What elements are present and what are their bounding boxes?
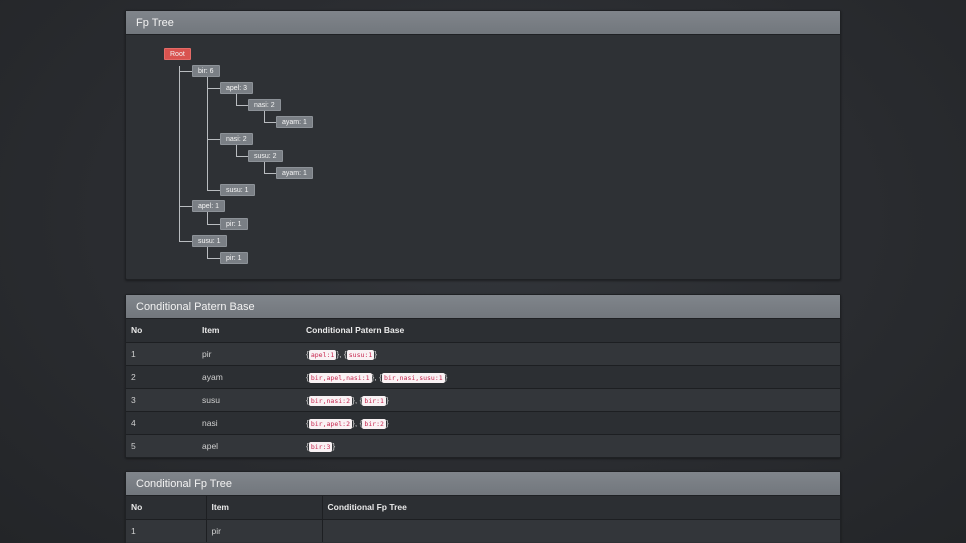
brace-close: }: [385, 394, 389, 405]
pattern-code: bir,nasi:2: [308, 395, 352, 406]
brace-close: }: [332, 440, 336, 451]
table-row: 2 ayam{bir,apel,nasi:1}, {bir,nasi,susu:1…: [126, 364, 840, 388]
column-header-fp-tree: Conditional Fp Tree: [322, 496, 840, 520]
table-row: 1 pir{apel:1}, {susu:1}: [126, 341, 840, 365]
cell-no: 1: [126, 341, 197, 365]
table-row: 5 apel{bir:3}: [126, 433, 840, 457]
tree-node: susu: 1: [220, 184, 255, 196]
cell-no: 1: [126, 518, 207, 542]
pattern-code: bir,apel,nasi:1: [308, 372, 372, 383]
pattern-code: apel:1: [308, 349, 337, 360]
cell-fp-tree: [322, 518, 840, 542]
table-row: 3 susu{bir,nasi:2}, {bir:1}: [126, 387, 840, 411]
column-header-pattern-base: Conditional Patern Base: [301, 319, 840, 343]
tree-connector: [236, 94, 237, 105]
tree-connector: [207, 88, 220, 89]
cell-item: pir: [206, 518, 323, 542]
tree-connector: [207, 77, 208, 190]
pattern-code: bir:3: [308, 441, 333, 452]
cell-no: 4: [126, 410, 197, 434]
cell-item: nasi: [197, 410, 301, 434]
tree-node-root: Root: [164, 48, 191, 60]
cell-pattern-base: {apel:1}, {susu:1}: [301, 341, 840, 365]
tree-connector: [207, 190, 220, 191]
tree-connector: [207, 258, 220, 259]
pattern-code: bir,apel:2: [308, 418, 352, 429]
brace-close: }: [385, 417, 389, 428]
fp-tree-diagram: Root bir: 6 apel: 3 nasi: 2 ayam: 1 nasi…: [126, 35, 840, 280]
tree-connector: [236, 145, 237, 156]
tree-node: apel: 3: [220, 82, 254, 94]
tree-connector: [179, 241, 192, 242]
cell-no: 2: [126, 364, 197, 388]
tree-connector: [179, 206, 192, 207]
tree-node: pir: 1: [220, 218, 248, 230]
tree-connector: [264, 111, 265, 122]
tree-connector: [264, 122, 276, 123]
tree-connector: [264, 173, 276, 174]
tree-node: bir: 6: [192, 65, 220, 77]
table-header-row: No Item Conditional Fp Tree: [126, 496, 840, 520]
conditional-pattern-base-table: No Item Conditional Patern Base 1 pir{ape…: [126, 319, 840, 457]
cell-pattern-base: {bir,apel:2}, {bir:2}: [301, 410, 840, 434]
cell-item: pir: [197, 341, 301, 365]
tree-connector: [236, 105, 248, 106]
tree-node: nasi: 2: [220, 133, 253, 145]
tree-node: susu: 1: [192, 235, 227, 247]
cell-no: 5: [126, 433, 197, 457]
cell-pattern-base: {bir,nasi:2}, {bir:1}: [301, 387, 840, 411]
tree-node: nasi: 2: [248, 99, 281, 111]
conditional-pattern-base-title: Conditional Patern Base: [126, 295, 840, 319]
fp-tree-panel: Fp Tree Root bir: 6 apel: 3 nasi: 2 ayam…: [125, 10, 841, 280]
tree-node: apel: 1: [192, 200, 226, 212]
tree-node: ayam: 1: [276, 116, 313, 128]
tree-connector: [207, 139, 220, 140]
tree-connector: [207, 224, 220, 225]
column-header-item: Item: [206, 496, 323, 520]
conditional-fp-tree-title: Conditional Fp Tree: [126, 472, 840, 496]
cell-item: ayam: [197, 364, 301, 388]
table-row: 1 pir: [126, 518, 840, 542]
cell-pattern-base: {bir:3}: [301, 433, 840, 457]
conditional-pattern-base-panel: Conditional Patern Base No Item Conditio…: [125, 294, 841, 458]
column-header-no: No: [126, 319, 197, 343]
fp-tree-title: Fp Tree: [126, 11, 840, 35]
table-row: 4 nasi{bir,apel:2}, {bir:2}: [126, 410, 840, 434]
tree-node: susu: 2: [248, 150, 283, 162]
conditional-fp-tree-table: No Item Conditional Fp Tree 1 pir: [126, 496, 840, 542]
cell-item: susu: [197, 387, 301, 411]
tree-connector: [236, 156, 248, 157]
brace-close: }: [444, 371, 448, 382]
column-header-no: No: [126, 496, 207, 520]
cell-pattern-base: {bir,apel,nasi:1}, {bir,nasi,susu:1}: [301, 364, 840, 388]
column-header-item: Item: [197, 319, 301, 343]
brace-close: }: [374, 348, 378, 359]
tree-connector: [207, 212, 208, 224]
tree-node: ayam: 1: [276, 167, 313, 179]
tree-node: pir: 1: [220, 252, 248, 264]
pattern-code: bir:2: [362, 418, 386, 429]
conditional-fp-tree-panel: Conditional Fp Tree No Item Conditional …: [125, 471, 841, 543]
tree-connector: [207, 247, 208, 258]
cell-item: apel: [197, 433, 301, 457]
pattern-code: bir,nasi,susu:1: [381, 372, 445, 383]
pattern-code: bir:1: [362, 395, 386, 406]
tree-connector: [264, 162, 265, 173]
table-header-row: No Item Conditional Patern Base: [126, 319, 840, 343]
tree-connector: [179, 71, 192, 72]
tree-connector: [179, 66, 180, 242]
pattern-code: susu:1: [346, 349, 375, 360]
cell-no: 3: [126, 387, 197, 411]
